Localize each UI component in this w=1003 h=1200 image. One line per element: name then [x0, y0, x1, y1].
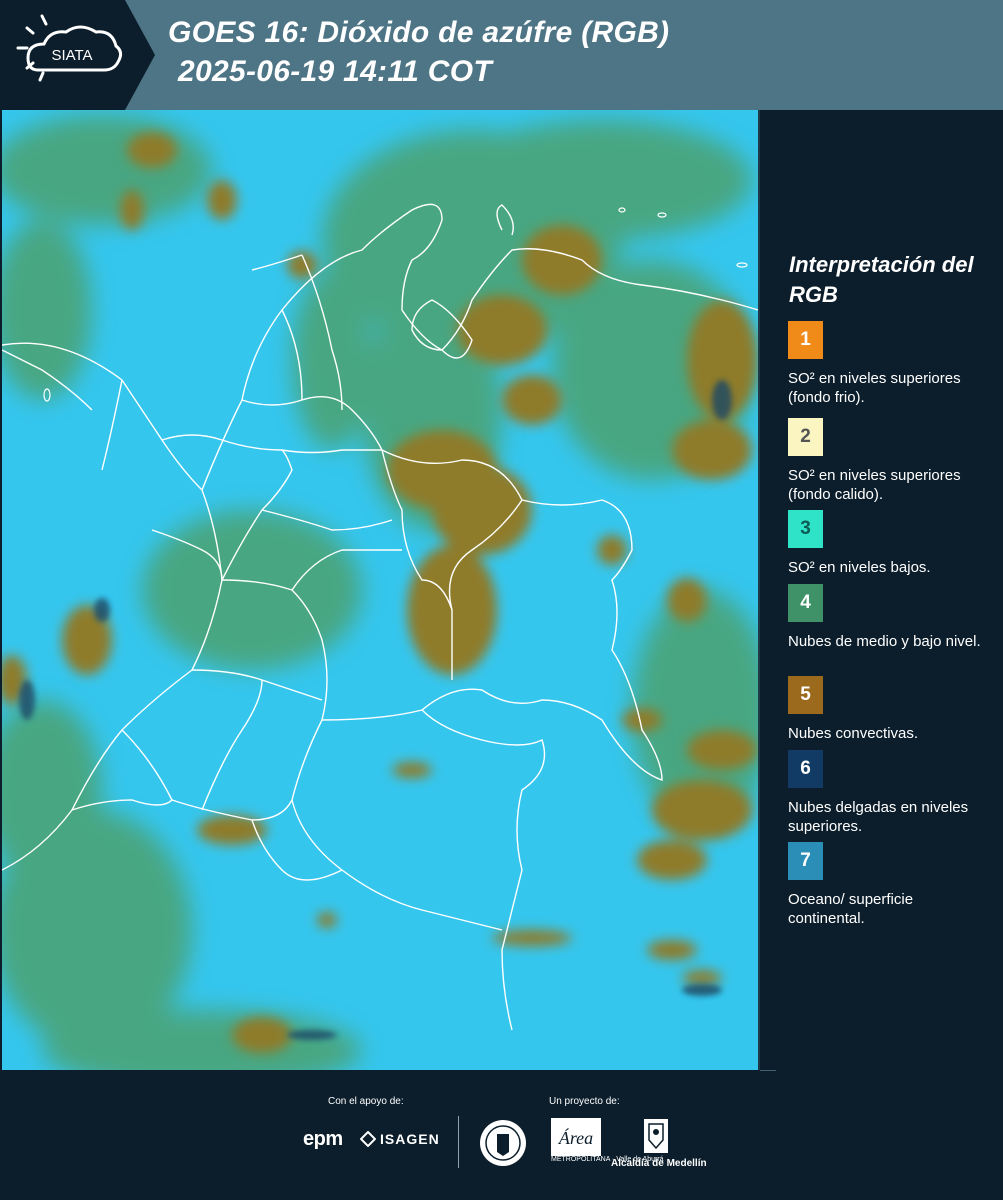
legend-item-1: 1 SO² en niveles superiores (fondo frio)…	[788, 321, 988, 407]
legend-item-5: 5 Nubes convectivas.	[788, 676, 988, 743]
legend-swatch-2: 2	[788, 418, 823, 456]
legend-swatch-6: 6	[788, 750, 823, 788]
map-divider	[758, 110, 760, 1070]
legend-item-4: 4 Nubes de medio y bajo nivel.	[788, 584, 988, 651]
legend-swatch-4: 4	[788, 584, 823, 622]
header-bar: SIATA GOES 16: Dióxido de azúfre (RGB) 2…	[0, 0, 1003, 110]
svg-text:Área: Área	[558, 1127, 593, 1148]
svg-text:SIATA: SIATA	[51, 47, 92, 64]
epm-logo: epm	[303, 1128, 343, 1150]
legend-item-2: 2 SO² en niveles superiores (fondo calid…	[788, 418, 988, 504]
support-label: Con el apoyo de:	[328, 1096, 404, 1107]
project-label: Un proyecto de:	[549, 1096, 620, 1107]
legend-label-4: Nubes de medio y bajo nivel.	[788, 633, 981, 650]
university-seal-icon	[480, 1120, 526, 1166]
legend-item-6: 6 Nubes delgadas en niveles superiores.	[788, 750, 988, 836]
legend-label-5: Nubes convectivas.	[788, 725, 919, 742]
legend-swatch-7: 7	[788, 842, 823, 880]
legend-swatch-5: 5	[788, 676, 823, 714]
alcaldia-text: Alcaldía de Medellín	[611, 1158, 707, 1169]
legend-swatch-3: 3	[788, 510, 823, 548]
timestamp: 2025-06-19 14:11 COT	[178, 55, 492, 88]
page: SIATA GOES 16: Dióxido de azúfre (RGB) 2…	[0, 0, 1003, 1200]
legend-label-3: SO² en niveles bajos.	[788, 559, 931, 576]
legend-swatch-1: 1	[788, 321, 823, 359]
siata-logo: SIATA	[0, 0, 155, 110]
isagen-text: ISAGEN	[380, 1131, 440, 1147]
legend-label-2: SO² en niveles superiores (fondo calido)…	[788, 467, 961, 503]
legend-label-1: SO² en niveles superiores (fondo frio).	[788, 370, 961, 406]
isagen-icon	[360, 1131, 376, 1147]
footer-separator	[458, 1116, 459, 1168]
legend-item-3: 3 SO² en niveles bajos.	[788, 510, 988, 577]
satellite-map	[2, 110, 758, 1070]
area-metropolitana-logo: Área	[551, 1118, 601, 1156]
satellite-rgb-image	[2, 110, 758, 1070]
page-title: GOES 16: Dióxido de azúfre (RGB)	[168, 16, 670, 49]
legend-title: Interpretación del RGB	[789, 252, 974, 307]
isagen-logo: ISAGEN	[360, 1131, 440, 1147]
legend-item-7: 7 Oceano/ superficie continental.	[788, 842, 988, 928]
legend-label-6: Nubes delgadas en niveles superiores.	[788, 799, 969, 835]
alcaldia-crest-icon	[644, 1119, 668, 1153]
legend-label-7: Oceano/ superficie continental.	[788, 891, 914, 927]
footer-divider	[760, 1070, 776, 1071]
